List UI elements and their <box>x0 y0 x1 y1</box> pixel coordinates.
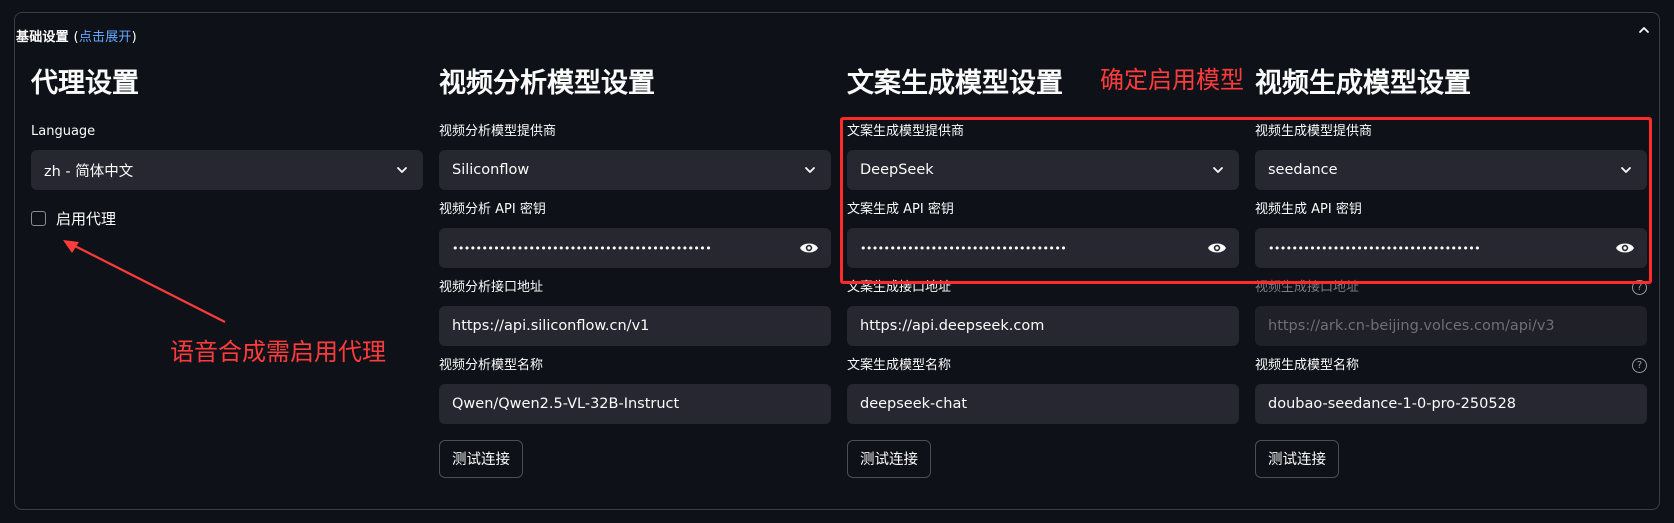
video-generation-model-value: doubao-seedance-1-0-pro-250528 <box>1268 396 1517 412</box>
video-generation-model-input[interactable]: doubao-seedance-1-0-pro-250528 <box>1255 384 1647 424</box>
chevron-down-icon <box>395 163 409 181</box>
chevron-down-icon <box>803 163 817 181</box>
expander-hint-link[interactable]: 点击展开 <box>79 30 132 45</box>
copywriting-model-input[interactable]: deepseek-chat <box>847 384 1239 424</box>
video-analysis-api-key-input[interactable]: ••••••••••••••••••••••••••••••••••••••••… <box>439 228 831 268</box>
language-value: zh - 简体中文 <box>44 163 134 180</box>
video-analysis-provider-value: Siliconflow <box>452 162 530 178</box>
language-select[interactable]: zh - 简体中文 <box>31 150 423 190</box>
copywriting-endpoint-value: https://api.deepseek.com <box>860 318 1045 334</box>
proxy-settings-column: 代理设置 Language zh - 简体中文 启用代理 <box>31 56 423 230</box>
video-generation-model-label: 视频生成模型名称 ? <box>1255 356 1647 376</box>
video-analysis-model-input[interactable]: Qwen/Qwen2.5-VL-32B-Instruct <box>439 384 831 424</box>
video-analysis-endpoint-label: 视频分析接口地址 <box>439 280 544 295</box>
proxy-heading: 代理设置 <box>31 68 139 99</box>
video-analysis-provider-select[interactable]: Siliconflow <box>439 150 831 190</box>
copywriting-model-value: deepseek-chat <box>860 396 968 412</box>
video-analysis-column: 视频分析模型设置 视频分析模型提供商 Siliconflow 视频分析 API … <box>439 56 831 478</box>
annotation-arrow-icon <box>63 240 226 323</box>
annotation-highlight-box <box>840 117 1652 284</box>
video-analysis-api-key-label: 视频分析 API 密钥 <box>439 202 546 217</box>
copywriting-endpoint-input[interactable]: https://api.deepseek.com <box>847 306 1239 346</box>
enable-proxy-label: 启用代理 <box>56 209 117 228</box>
video-analysis-endpoint-input[interactable]: https://api.siliconflow.cn/v1 <box>439 306 831 346</box>
enable-proxy-row[interactable]: 启用代理 <box>31 206 423 230</box>
language-label: Language <box>31 124 96 139</box>
hint-close-paren: ) <box>131 30 137 45</box>
help-icon[interactable]: ? <box>1632 358 1647 373</box>
annotation-confirm-model: 确定启用模型 <box>1100 66 1244 94</box>
eye-icon[interactable] <box>799 239 819 261</box>
video-generation-model-label-text: 视频生成模型名称 <box>1255 358 1360 373</box>
video-analysis-provider-label: 视频分析模型提供商 <box>439 124 557 139</box>
video-analysis-model-value: Qwen/Qwen2.5-VL-32B-Instruct <box>452 396 680 412</box>
enable-proxy-checkbox[interactable] <box>31 210 46 226</box>
video-analysis-model-label: 视频分析模型名称 <box>439 358 544 373</box>
copywriting-model-label: 文案生成模型名称 <box>847 358 952 373</box>
expander-title: 基础设置 <box>16 30 69 45</box>
video-analysis-heading: 视频分析模型设置 <box>439 68 655 99</box>
video-generation-test-button[interactable]: 测试连接 <box>1255 440 1339 478</box>
video-analysis-api-key-value: ••••••••••••••••••••••••••••••••••••••••… <box>452 241 712 255</box>
chevron-up-icon[interactable] <box>1636 22 1652 38</box>
copywriting-test-button[interactable]: 测试连接 <box>847 440 931 478</box>
video-generation-endpoint-input[interactable]: https://ark.cn-beijing.volces.com/api/v3 <box>1255 306 1647 346</box>
video-analysis-test-button[interactable]: 测试连接 <box>439 440 523 478</box>
expander-header[interactable]: 基础设置 (点击展开) <box>16 26 137 45</box>
video-generation-endpoint-placeholder: https://ark.cn-beijing.volces.com/api/v3 <box>1268 318 1555 334</box>
annotation-proxy-note: 语音合成需启用代理 <box>170 338 386 366</box>
video-generation-heading: 视频生成模型设置 <box>1255 68 1471 99</box>
video-analysis-endpoint-value: https://api.siliconflow.cn/v1 <box>452 318 650 334</box>
